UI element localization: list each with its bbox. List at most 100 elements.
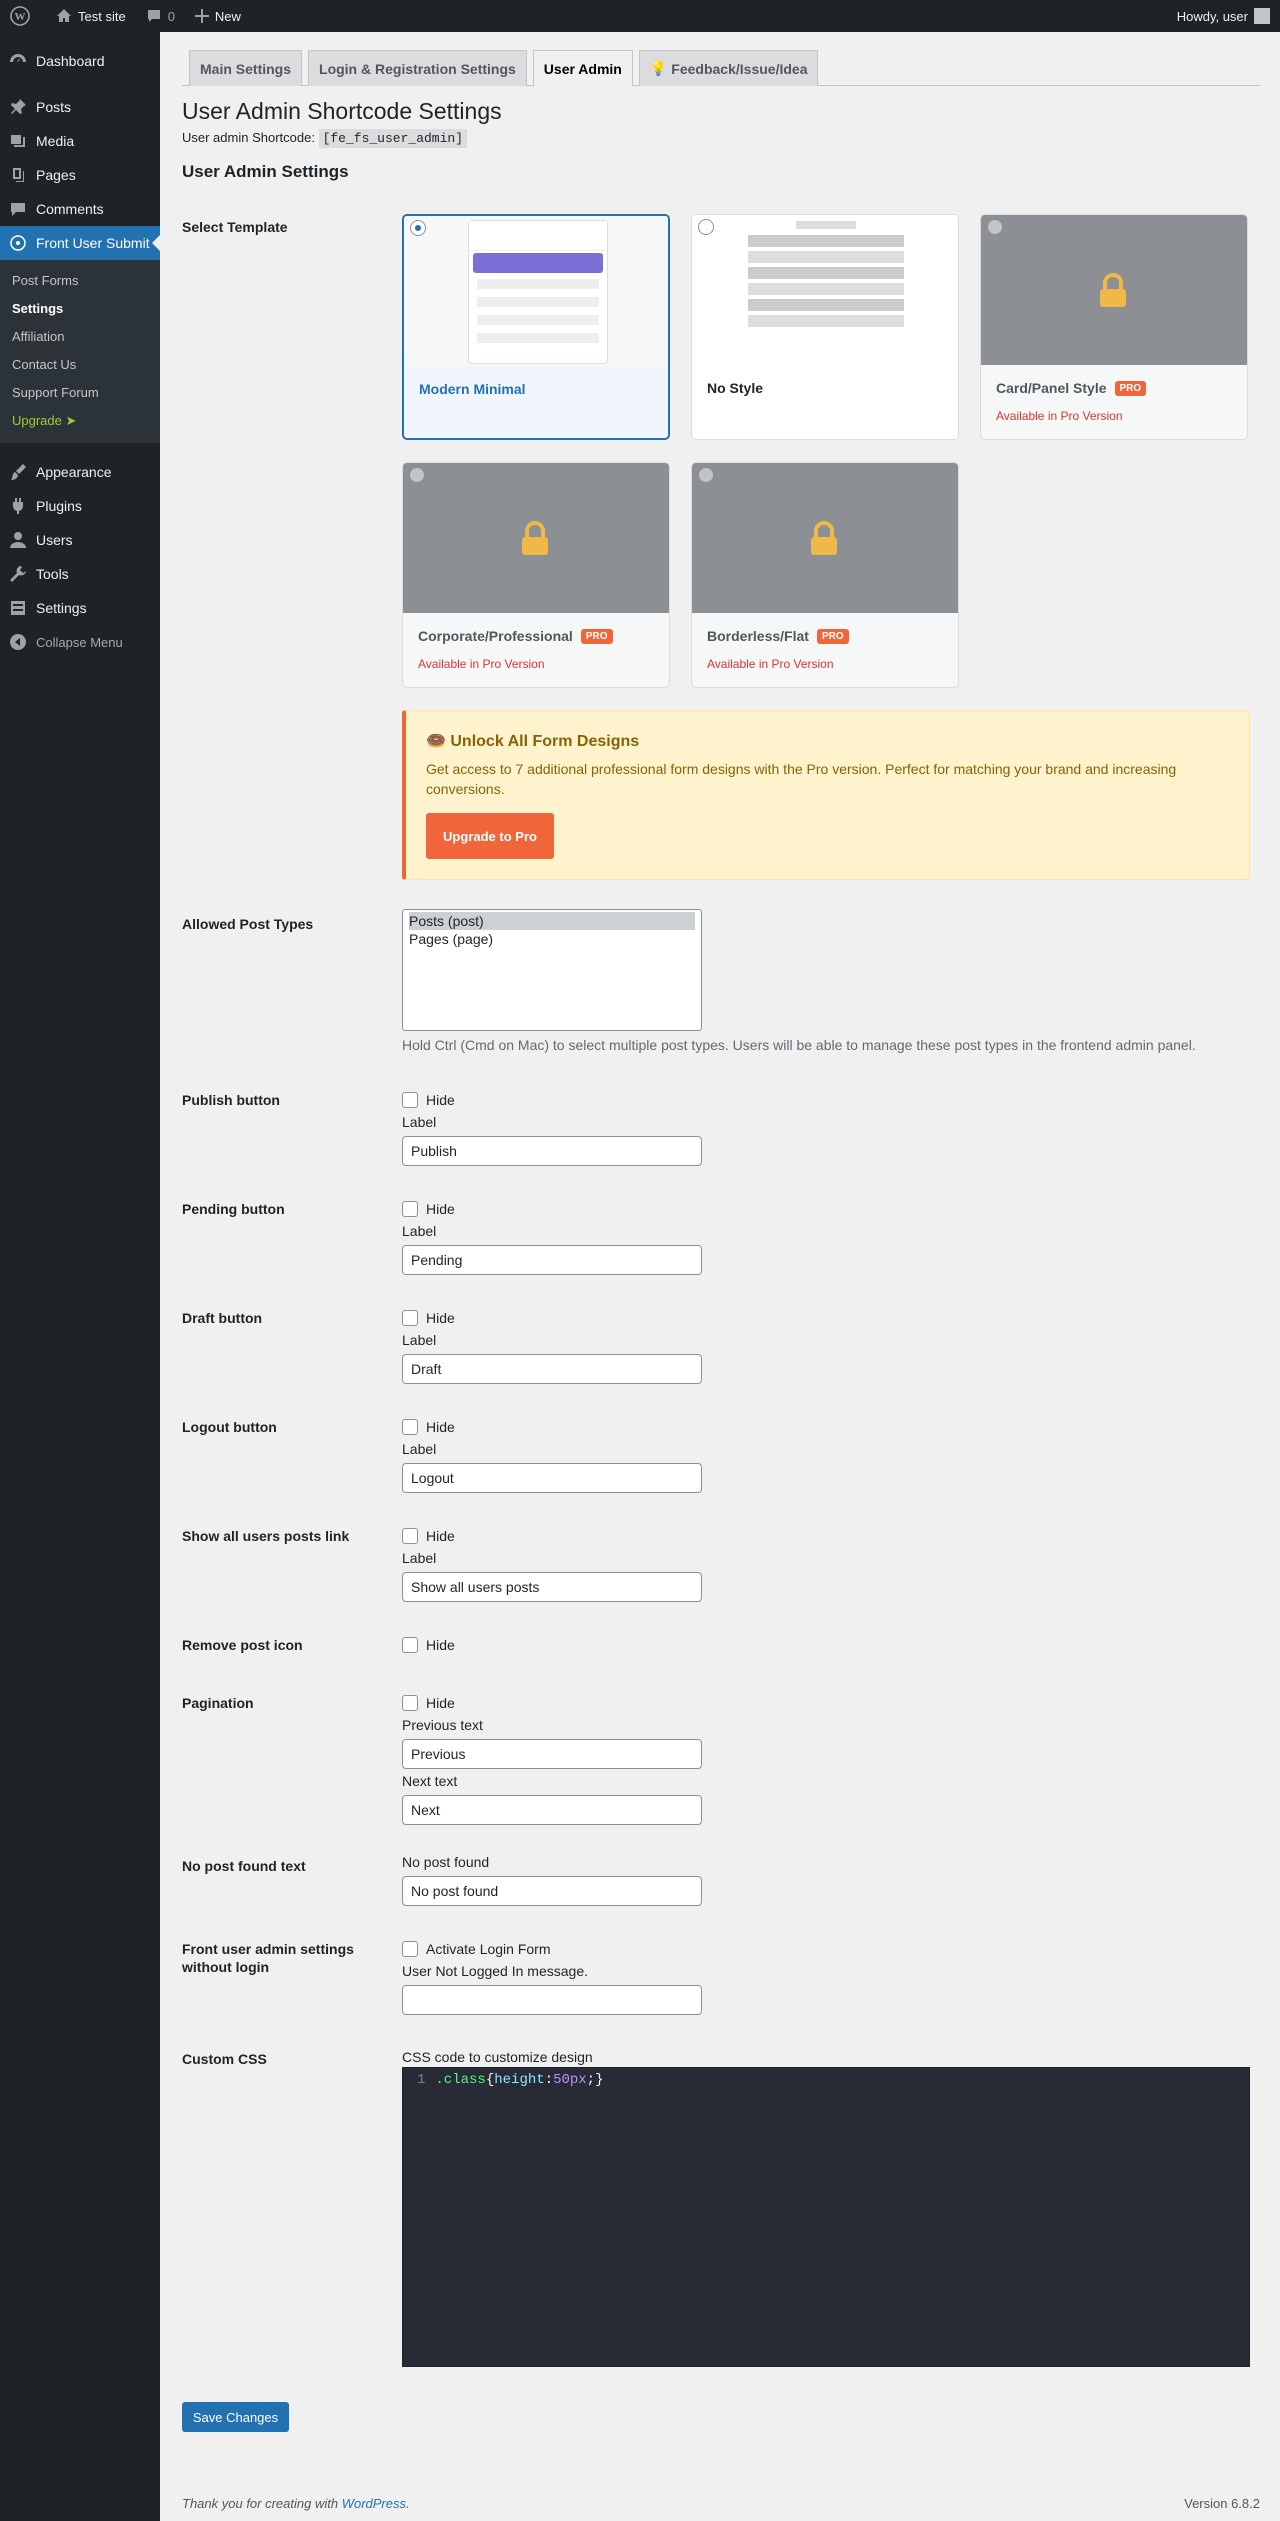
submenu-upgrade[interactable]: Upgrade ➤ (0, 407, 160, 435)
menu-media[interactable]: Media (0, 124, 160, 158)
no-post-found-input[interactable]: No post found (402, 1876, 702, 1906)
draft-button-field: Hide Label Draft (402, 1308, 702, 1384)
wrench-icon (8, 564, 28, 584)
post-type-option[interactable]: Pages (page) (409, 930, 695, 948)
template-name: Modern Minimal (419, 381, 526, 397)
menu-comments[interactable]: Comments (0, 192, 160, 226)
not-logged-in-message-input[interactable] (402, 1985, 702, 2015)
hide-checkbox[interactable]: Hide (402, 1090, 702, 1110)
upgrade-to-pro-button[interactable]: Upgrade to Pro (426, 813, 554, 859)
activate-login-form-checkbox[interactable]: Activate Login Form (402, 1939, 702, 1959)
template-card-modern-minimal[interactable]: Modern Minimal (402, 214, 670, 440)
logout-button-label: Logout button (182, 1419, 277, 1435)
show-all-users-posts-input[interactable]: Show all users posts (402, 1572, 702, 1602)
pro-availability-note: Available in Pro Version (996, 409, 1123, 423)
comments-link[interactable]: 0 (136, 0, 185, 32)
logout-label-input[interactable]: Logout (402, 1463, 702, 1493)
footer: Thank you for creating with WordPress. V… (182, 2496, 1260, 2511)
draft-button-label: Draft button (182, 1310, 263, 1326)
menu-posts[interactable]: Posts (0, 90, 160, 124)
draft-label-input[interactable]: Draft (402, 1354, 702, 1384)
admin-menu: Dashboard Posts Media Pages Comments Fro… (0, 32, 160, 2521)
field-sublabel: Previous text (402, 1717, 483, 1733)
brush-icon (8, 462, 28, 482)
menu-front-user-submit[interactable]: Front User Submit (0, 226, 160, 260)
menu-plugins[interactable]: Plugins (0, 489, 160, 523)
submenu-contact-us[interactable]: Contact Us (0, 351, 160, 379)
post-types-help: Hold Ctrl (Cmd on Mac) to select multipl… (402, 1037, 1196, 1053)
custom-css-field: CSS code to customize design 1 .class{hei… (402, 2045, 1250, 2367)
menu-settings[interactable]: Settings (0, 591, 160, 625)
submenu-post-forms[interactable]: Post Forms (0, 267, 160, 295)
shortcode-line: User admin Shortcode: [fe_fs_user_admin] (182, 129, 1260, 148)
collapse-menu[interactable]: Collapse Menu (0, 625, 160, 659)
tab-login-registration[interactable]: Login & Registration Settings (308, 50, 527, 86)
pro-badge: PRO (816, 628, 849, 644)
template-radio (698, 467, 714, 483)
submenu: Post Forms Settings Affiliation Contact … (0, 260, 160, 443)
post-types-select[interactable]: Posts (post) Pages (page) (402, 909, 702, 1031)
pro-availability-note: Available in Pro Version (707, 657, 834, 671)
no-post-found-label: No post found text (182, 1858, 306, 1874)
css-code-editor[interactable]: 1 .class{height:50px;} (402, 2067, 1250, 2367)
tab-feedback[interactable]: 💡 Feedback/Issue/Idea (638, 50, 819, 86)
wordpress-link[interactable]: WordPress (342, 2496, 406, 2511)
publish-label-input[interactable]: Publish (402, 1136, 702, 1166)
template-card-corporate[interactable]: Corporate/Professional PRO Available in P… (402, 462, 670, 688)
submenu-support-forum[interactable]: Support Forum (0, 379, 160, 407)
wordpress-logo-icon[interactable]: W (0, 0, 46, 32)
submenu-affiliation[interactable]: Affiliation (0, 323, 160, 351)
template-name: Corporate/Professional PRO (418, 628, 613, 644)
settings-tabs: Main Settings Login & Registration Setti… (182, 50, 1260, 87)
menu-pages[interactable]: Pages (0, 158, 160, 192)
hide-checkbox[interactable]: Hide (402, 1693, 702, 1713)
template-radio[interactable] (410, 220, 426, 236)
field-sublabel: Next text (402, 1773, 458, 1789)
hide-checkbox[interactable]: Hide (402, 1635, 455, 1655)
tab-user-admin[interactable]: User Admin (532, 50, 633, 87)
hide-checkbox[interactable]: Hide (402, 1199, 702, 1219)
new-link[interactable]: New (185, 0, 251, 32)
plus-icon (194, 9, 209, 23)
menu-users[interactable]: Users (0, 523, 160, 557)
menu-dashboard[interactable]: Dashboard (0, 44, 160, 78)
template-preview (981, 215, 1247, 365)
lock-icon (811, 521, 837, 555)
comment-icon (147, 10, 160, 22)
hide-checkbox[interactable]: Hide (402, 1308, 702, 1328)
post-type-option[interactable]: Posts (post) (409, 912, 695, 930)
template-card-no-style[interactable]: No Style (691, 214, 959, 440)
field-sublabel: Label (402, 1114, 437, 1130)
pro-availability-note: Available in Pro Version (418, 657, 545, 671)
template-card-card-panel[interactable]: Card/Panel Style PRO Available in Pro Ver… (980, 214, 1248, 440)
pending-label-input[interactable]: Pending (402, 1245, 702, 1275)
site-link[interactable]: Test site (46, 0, 136, 32)
template-radio[interactable] (698, 219, 714, 235)
home-icon (57, 9, 71, 22)
howdy-text: Howdy, user (1176, 8, 1248, 24)
logout-button-field: Hide Label Logout (402, 1417, 702, 1493)
lightbulb-icon: 💡 (649, 60, 668, 76)
hide-checkbox[interactable]: Hide (402, 1526, 702, 1546)
show-all-users-posts-label: Show all users posts link (182, 1528, 350, 1544)
account-menu[interactable]: Howdy, user (1167, 0, 1280, 32)
promo-title: 🍩 Unlock All Form Designs (426, 733, 640, 750)
menu-tools[interactable]: Tools (0, 557, 160, 591)
field-sublabel: CSS code to customize design (402, 2049, 593, 2065)
save-changes-button[interactable]: Save Changes (182, 2402, 289, 2432)
tab-main-settings[interactable]: Main Settings (189, 50, 303, 86)
menu-appearance[interactable]: Appearance (0, 455, 160, 489)
next-text-input[interactable]: Next (402, 1795, 702, 1825)
without-login-label: Front user admin settings without login (182, 1941, 354, 1975)
submenu-settings[interactable]: Settings (0, 295, 160, 323)
main-content: Main Settings Login & Registration Setti… (182, 32, 1260, 2511)
no-post-found-field: No post found No post found (402, 1850, 702, 1906)
template-card-borderless[interactable]: Borderless/Flat PRO Available in Pro Vers… (691, 462, 959, 688)
settings-icon (8, 598, 28, 618)
allowed-post-types-field: Posts (post) Pages (page) Hold Ctrl (Cmd… (402, 909, 1196, 1053)
publish-button-label: Publish button (182, 1092, 280, 1108)
pending-button-label: Pending button (182, 1201, 285, 1217)
hide-checkbox[interactable]: Hide (402, 1417, 702, 1437)
shortcode: [fe_fs_user_admin] (318, 129, 468, 148)
previous-text-input[interactable]: Previous (402, 1739, 702, 1769)
